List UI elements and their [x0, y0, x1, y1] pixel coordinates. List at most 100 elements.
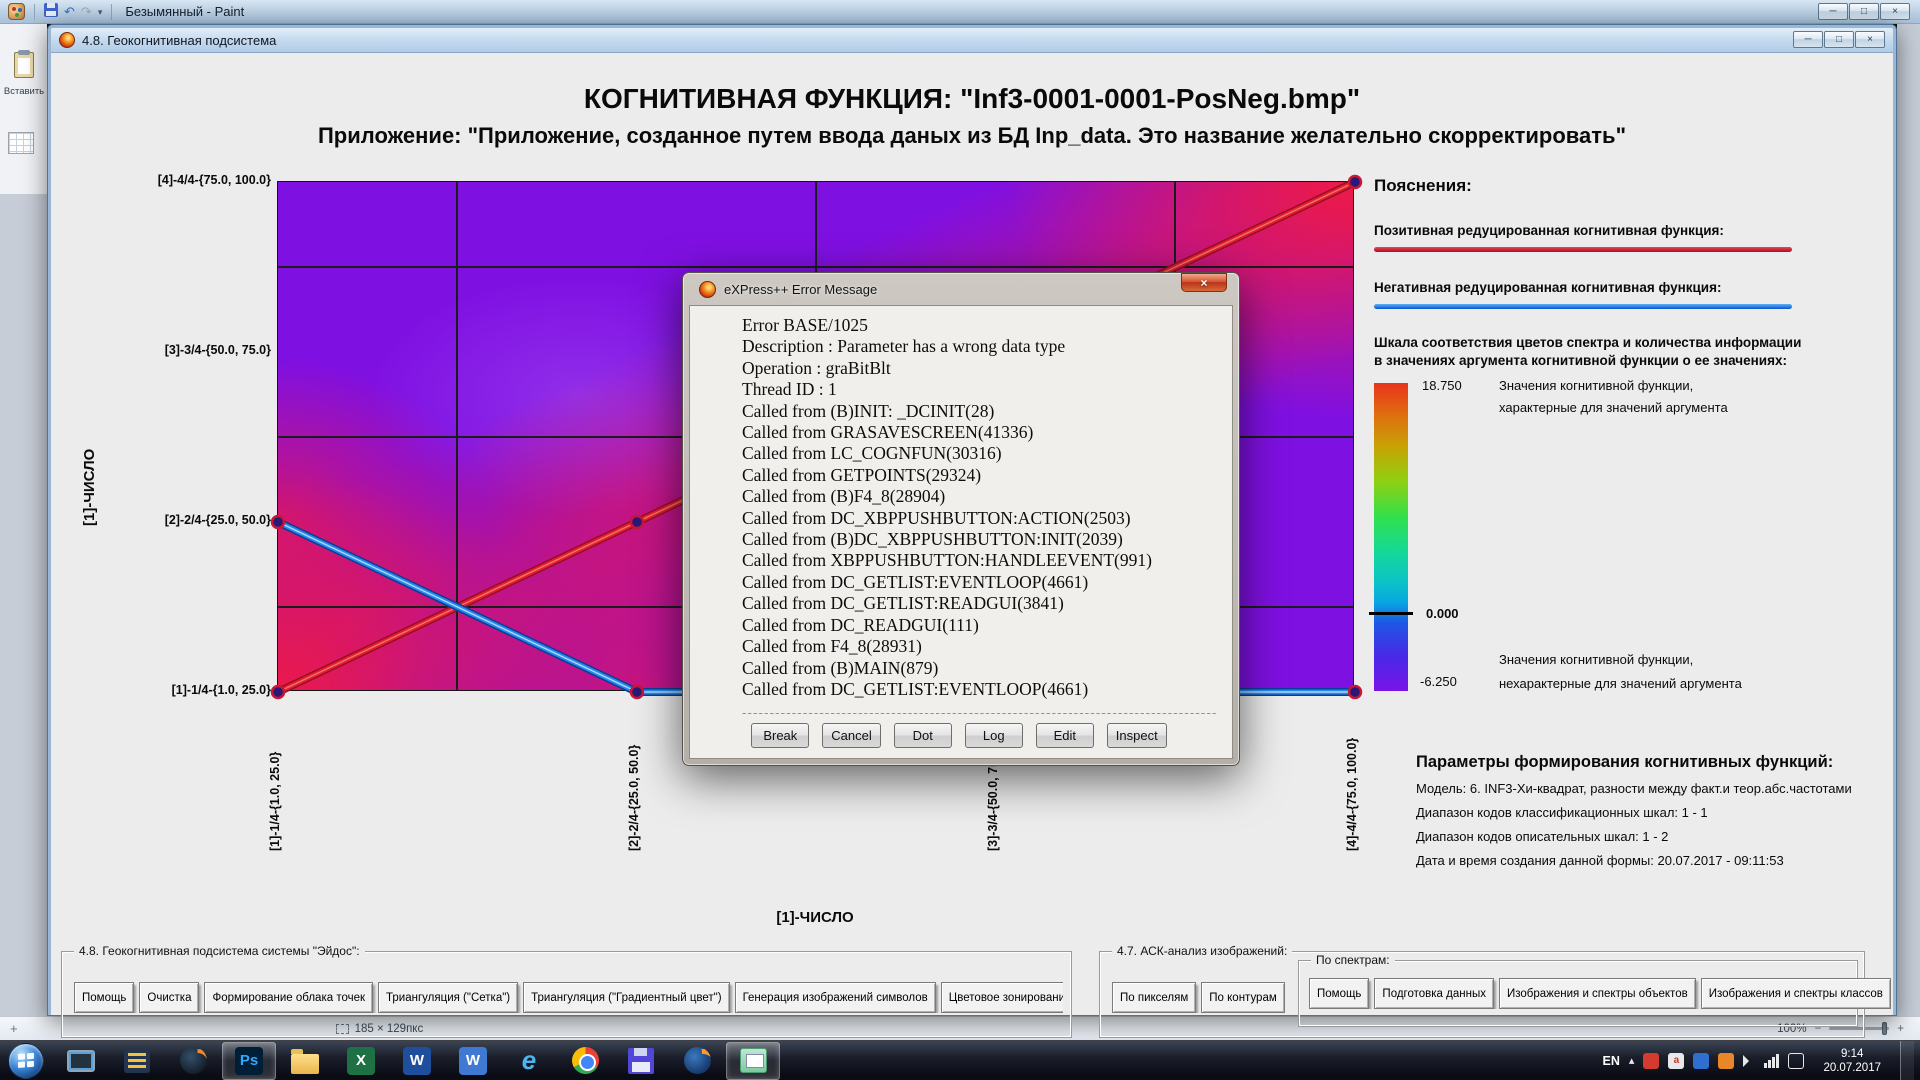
network-icon[interactable]: [1764, 1054, 1779, 1068]
minimize-button[interactable]: ─: [1793, 31, 1823, 48]
monitor-icon: [67, 1050, 95, 1072]
paint-window-title: Безымянный - Paint: [125, 4, 244, 19]
inspect-button[interactable]: Inspect: [1107, 723, 1167, 748]
save-icon[interactable]: [44, 3, 58, 21]
triangulation-grid-button[interactable]: Триангуляция ("Сетка"): [378, 982, 518, 1013]
symbol-images-button[interactable]: Генерация изображений символов: [735, 982, 936, 1013]
positive-line-sample: [1374, 247, 1792, 252]
app-title-bar[interactable]: 4.8. Геокогнитивная подсистема ─ □ ×: [51, 28, 1893, 53]
file-manager-icon[interactable]: [110, 1042, 164, 1080]
error-line: Thread ID : 1: [742, 379, 1216, 400]
error-dialog-buttons: Break Cancel Dot Log Edit Inspect: [742, 723, 1216, 748]
photoshop-icon[interactable]: Ps: [222, 1042, 276, 1080]
shield-icon[interactable]: [1718, 1053, 1734, 1069]
error-line: Called from (B)F4_8(28904): [742, 486, 1216, 507]
negative-line-sample: [1374, 304, 1792, 309]
paint-taskbar-icon[interactable]: [726, 1042, 780, 1080]
maximize-button[interactable]: □: [1824, 31, 1854, 48]
triangulation-gradient-button[interactable]: Триангуляция ("Градиентный цвет"): [523, 982, 729, 1013]
show-hidden-icons[interactable]: ▴: [1629, 1054, 1635, 1067]
error-line: Called from GETPOINTS(29324): [742, 465, 1216, 486]
windows-flag-icon: [17, 1052, 35, 1070]
browser-orb-icon: [180, 1047, 207, 1074]
minimize-button[interactable]: ─: [1818, 3, 1848, 20]
y-tick-label: [2]-2/4-{25.0, 50.0}: [131, 513, 271, 527]
paste-button[interactable]: Вставить: [3, 52, 45, 124]
wordpad-tile-icon: W: [459, 1047, 487, 1075]
cursor-position-icon: +: [10, 1021, 18, 1036]
data-point: [631, 686, 643, 698]
computer-icon[interactable]: [54, 1042, 108, 1080]
page-subtitle: Приложение: "Приложение, созданное путем…: [51, 123, 1893, 149]
folder-icon[interactable]: [278, 1042, 332, 1080]
quick-access-dropdown-icon[interactable]: ▾: [98, 4, 103, 20]
params-model: Модель: 6. INF3-Хи-квадрат, разности меж…: [1416, 781, 1852, 796]
taskbar-icons: Ps X W W e: [54, 1042, 780, 1080]
y-tick-label: [3]-3/4-{50.0, 75.0}: [131, 343, 271, 357]
dot-button[interactable]: Dot: [894, 723, 952, 748]
characteristic-values-line1: Значения когнитивной функции,: [1499, 378, 1693, 393]
word-icon[interactable]: W: [390, 1042, 444, 1080]
zoom-in-icon[interactable]: +: [1897, 1023, 1904, 1035]
desktop: ↶ ↷ ▾ Безымянный - Paint ─ □ × Вставить …: [0, 0, 1920, 1080]
internet-explorer-icon[interactable]: e: [502, 1042, 556, 1080]
paint-ribbon-strip: Вставить: [0, 24, 47, 1016]
antivirus-icon[interactable]: [1643, 1053, 1659, 1069]
edit-button[interactable]: Edit: [1036, 723, 1094, 748]
app-window-title: 4.8. Геокогнитивная подсистема: [82, 33, 276, 48]
by-pixels-button[interactable]: По пикселям: [1112, 982, 1196, 1013]
close-button[interactable]: ×: [1880, 3, 1910, 20]
color-zoning-button[interactable]: Цветовое зонирование: [941, 982, 1063, 1013]
clear-button[interactable]: Очистка: [139, 982, 199, 1013]
show-desktop-button[interactable]: [1900, 1041, 1914, 1080]
log-button[interactable]: Log: [965, 723, 1023, 748]
close-icon[interactable]: ×: [1181, 273, 1227, 292]
error-line: Operation : graBitBlt: [742, 358, 1216, 379]
update-icon[interactable]: a: [1668, 1053, 1684, 1069]
action-center-flag-icon[interactable]: [1788, 1053, 1804, 1069]
language-indicator[interactable]: EN: [1603, 1054, 1620, 1068]
chrome-icon[interactable]: [558, 1042, 612, 1080]
save-floppy-icon[interactable]: [614, 1042, 668, 1080]
error-line: Called from XBPPUSHBUTTON:HANDLEEVENT(99…: [742, 550, 1216, 571]
help-button[interactable]: Помощь: [74, 982, 134, 1013]
data-preparation-button[interactable]: Подготовка данных: [1374, 978, 1494, 1009]
maximize-button[interactable]: □: [1849, 3, 1879, 20]
paint-workspace-right: [1897, 24, 1920, 1016]
error-line: Error BASE/1025: [742, 315, 1216, 336]
undo-icon[interactable]: ↶: [64, 4, 75, 20]
spectra-help-button[interactable]: Помощь: [1309, 978, 1369, 1009]
firefox-icon[interactable]: [670, 1042, 724, 1080]
excel-icon[interactable]: X: [334, 1042, 388, 1080]
noncharacteristic-values-line2: нехарактерные для значений аргумента: [1499, 676, 1742, 691]
volume-icon[interactable]: [1743, 1055, 1755, 1067]
point-cloud-button[interactable]: Формирование облака точек: [204, 982, 373, 1013]
sync-icon[interactable]: [1693, 1053, 1709, 1069]
firefox-dark-icon[interactable]: [166, 1042, 220, 1080]
object-spectra-button[interactable]: Изображения и спектры объектов: [1499, 978, 1696, 1009]
error-line: Called from (B)MAIN(879): [742, 658, 1216, 679]
error-line: Called from DC_GETLIST:EVENTLOOP(4661): [742, 572, 1216, 593]
separator: ----------------------------------------…: [742, 705, 1216, 714]
close-button[interactable]: ×: [1855, 31, 1885, 48]
paint-window-controls: ─ □ ×: [1818, 3, 1910, 20]
class-spectra-button[interactable]: Изображения и спектры классов: [1701, 978, 1891, 1009]
zoom-slider-thumb[interactable]: [1882, 1022, 1887, 1035]
error-dialog-title-bar[interactable]: eXPress++ Error Message ×: [683, 273, 1239, 305]
break-button[interactable]: Break: [751, 723, 809, 748]
cancel-button[interactable]: Cancel: [822, 723, 880, 748]
start-button[interactable]: [8, 1043, 44, 1079]
paste-label: Вставить: [3, 86, 45, 97]
x-tick-label: [2]-2/4-{25.0, 50.0}: [627, 701, 641, 851]
by-contours-button[interactable]: По контурам: [1201, 982, 1284, 1013]
noncharacteristic-values-line1: Значения когнитивной функции,: [1499, 652, 1693, 667]
data-point: [272, 516, 284, 528]
word-tile-icon: W: [403, 1047, 431, 1075]
taskbar-clock[interactable]: 9:14 20.07.2017: [1813, 1047, 1891, 1075]
ps-tile-icon: Ps: [235, 1047, 263, 1075]
redo-icon[interactable]: ↷: [81, 4, 92, 20]
params-class-scales: Диапазон кодов классификационных шкал: 1…: [1416, 805, 1708, 820]
wordpad-icon[interactable]: W: [446, 1042, 500, 1080]
clock-date: 20.07.2017: [1823, 1061, 1881, 1075]
error-line: Called from (B)INIT: _DCINIT(28): [742, 401, 1216, 422]
